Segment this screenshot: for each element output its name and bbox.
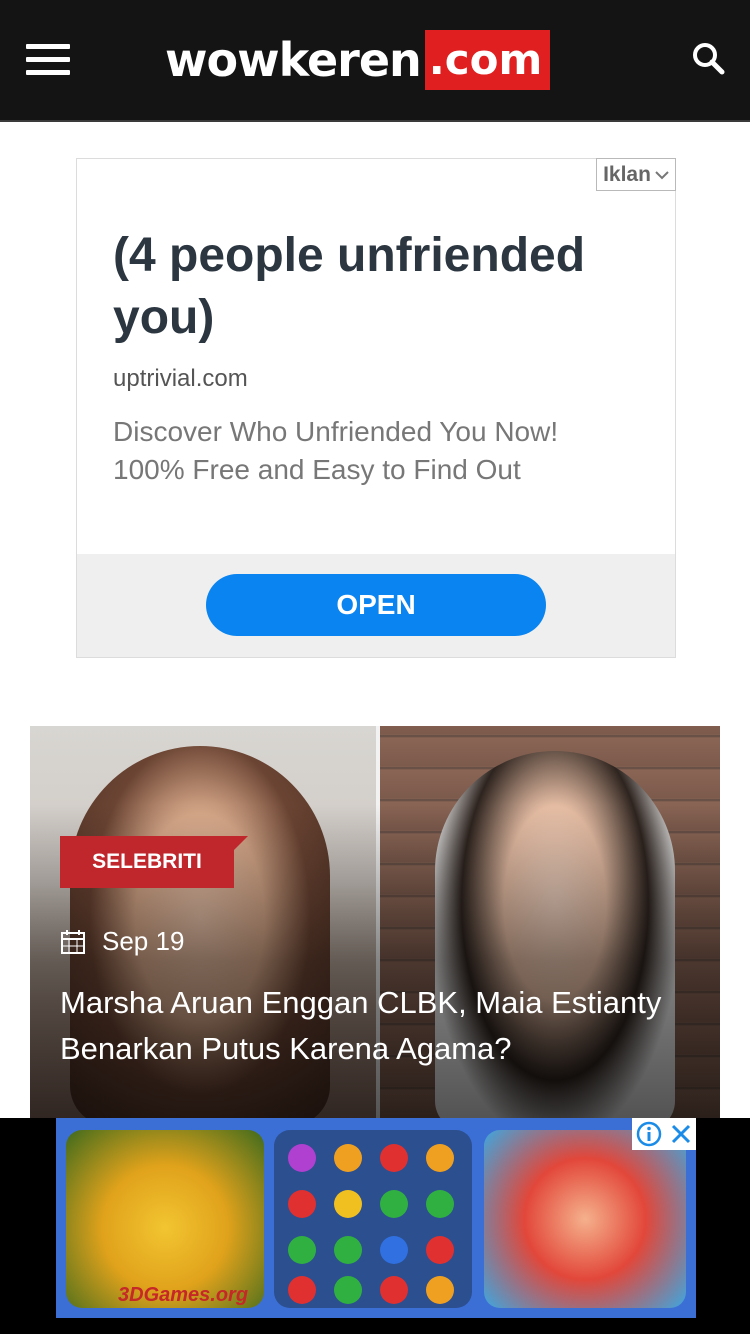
- info-icon[interactable]: [636, 1121, 662, 1147]
- search-icon[interactable]: [690, 40, 726, 76]
- featured-article-card[interactable]: SELEBRITI Sep 19 Marsha Aruan Enggan CLB…: [30, 726, 720, 1118]
- menu-icon[interactable]: [26, 44, 70, 76]
- ad-footer: OPEN: [77, 554, 675, 657]
- category-tag[interactable]: SELEBRITI: [60, 836, 248, 888]
- game-tile-runner: [484, 1130, 686, 1308]
- article-title[interactable]: Marsha Aruan Enggan CLBK, Maia Estianty …: [60, 980, 690, 1072]
- bottom-ad-banner: 3DGames.org: [0, 1118, 750, 1334]
- article-date: Sep 19: [60, 926, 184, 957]
- open-button[interactable]: OPEN: [206, 574, 546, 636]
- ad-controls: [632, 1118, 696, 1150]
- bottom-ad-image[interactable]: 3DGames.org: [56, 1118, 696, 1318]
- logo-domain: .com: [424, 30, 551, 90]
- ad-description: Discover Who Unfriended You Now! 100% Fr…: [113, 416, 559, 485]
- top-header: wowkeren .com: [0, 0, 750, 122]
- ad-choices-label[interactable]: Iklan: [596, 158, 676, 191]
- ad-label-text: Iklan: [603, 162, 651, 186]
- ad-brand-watermark: 3DGames.org: [118, 1284, 249, 1306]
- game-tile-temple: [66, 1130, 264, 1308]
- site-logo[interactable]: wowkeren .com: [165, 30, 551, 90]
- calendar-icon: [61, 929, 85, 954]
- sponsored-ad-card[interactable]: Iklan (4 people unfriended you) uptrivia…: [76, 158, 676, 658]
- game-tile-candy: [274, 1130, 472, 1308]
- chevron-down-icon: [655, 170, 669, 179]
- article-date-text: Sep 19: [102, 926, 185, 956]
- close-icon[interactable]: [670, 1123, 692, 1145]
- ad-domain: uptrivial.com: [113, 365, 248, 392]
- ad-headline[interactable]: (4 people unfriended you): [113, 225, 633, 349]
- logo-word: wowkeren: [165, 33, 422, 87]
